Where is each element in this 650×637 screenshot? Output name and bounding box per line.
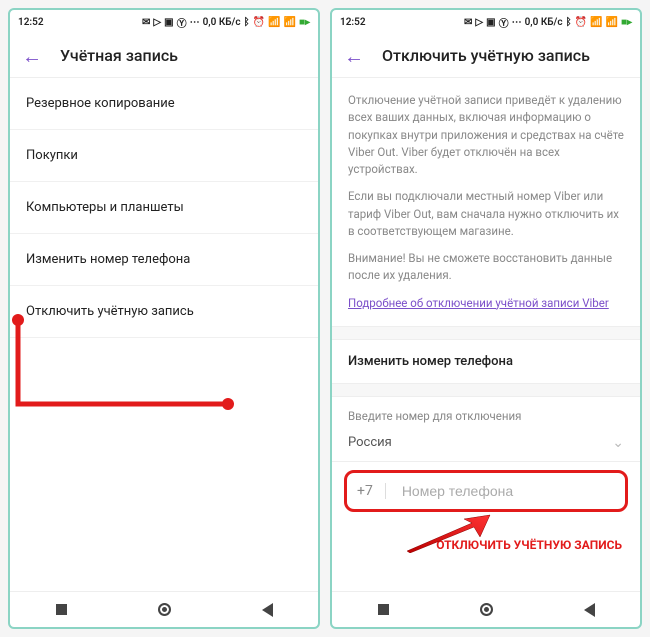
- phone-number-input[interactable]: [402, 483, 615, 499]
- learn-more-link[interactable]: Подробнее об отключении учётной записи V…: [348, 296, 609, 310]
- wifi-icon: 📶: [605, 17, 617, 28]
- bluetooth-icon: ᛒ: [566, 17, 572, 28]
- bluetooth-icon: ᛒ: [244, 17, 250, 28]
- net-speed: 0,0 КБ/с: [203, 17, 241, 28]
- status-icons: ✉ ▷ ▣ Ⓨ ⋯ 0,0 КБ/с ᛒ ⏰ 📶 📶 ■▸: [142, 15, 310, 30]
- phone-prefix: +7: [357, 483, 386, 499]
- phone-field-label: Введите номер для отключения: [332, 397, 640, 429]
- battery-icon: ■▸: [299, 17, 310, 28]
- menu-item-backup[interactable]: Резервное копирование: [10, 78, 318, 130]
- status-icons: ✉ ▷ ▣ Ⓨ ⋯ 0,0 КБ/с ᛒ ⏰ 📶 📶 ■▸: [464, 15, 632, 30]
- status-bar: 12:52 ✉ ▷ ▣ Ⓨ ⋯ 0,0 КБ/с ᛒ ⏰ 📶 📶 ■▸: [10, 10, 318, 34]
- nav-back-icon[interactable]: [584, 603, 595, 617]
- battery-icon: ■▸: [621, 17, 632, 28]
- change-number-section[interactable]: Изменить номер телефона: [332, 340, 640, 383]
- page-title: Отключить учётную запись: [382, 46, 590, 65]
- description-block: Отключение учётной записи приведёт к уда…: [332, 78, 640, 326]
- signal-icon: 📶: [590, 17, 602, 28]
- menu-list: Резервное копирование Покупки Компьютеры…: [10, 78, 318, 591]
- youtube-icon: ▣: [164, 17, 173, 28]
- nav-back-icon[interactable]: [262, 603, 273, 617]
- chevron-down-icon: ⌄: [612, 435, 624, 451]
- menu-item-purchases[interactable]: Покупки: [10, 130, 318, 182]
- section-divider: [332, 383, 640, 397]
- play-icon: ▷: [475, 17, 483, 28]
- deactivate-button[interactable]: ОТКЛЮЧИТЬ УЧЁТНУЮ ЗАПИСЬ: [332, 520, 640, 560]
- yandex-icon: Ⓨ: [499, 15, 509, 30]
- nav-recent-icon[interactable]: [56, 604, 67, 615]
- nav-home-icon[interactable]: [480, 603, 493, 616]
- desc-paragraph-2: Если вы подключали местный номер Viber и…: [348, 188, 624, 240]
- desc-paragraph-1: Отключение учётной записи приведёт к уда…: [348, 92, 624, 178]
- nav-recent-icon[interactable]: [378, 604, 389, 615]
- msg-icon: ✉: [142, 17, 150, 28]
- alarm-icon: ⏰: [575, 17, 587, 28]
- section-divider: [332, 326, 640, 340]
- wifi-icon: 📶: [283, 17, 295, 28]
- country-selector[interactable]: Россия ⌄: [332, 429, 640, 462]
- youtube-icon: ▣: [486, 17, 495, 28]
- back-arrow-icon[interactable]: ←: [22, 46, 42, 66]
- msg-icon: ✉: [464, 17, 472, 28]
- menu-item-deactivate[interactable]: Отключить учётную запись: [10, 286, 318, 338]
- net-speed: 0,0 КБ/с: [525, 17, 563, 28]
- play-icon: ▷: [153, 17, 161, 28]
- title-bar-left: ← Учётная запись: [10, 34, 318, 78]
- back-arrow-icon[interactable]: ←: [344, 46, 364, 66]
- signal-icon: 📶: [268, 17, 280, 28]
- android-navbar: [332, 591, 640, 627]
- android-navbar: [10, 591, 318, 627]
- dots-icon: ⋯: [512, 17, 522, 28]
- yandex-icon: Ⓨ: [177, 15, 187, 30]
- page-title: Учётная запись: [60, 46, 178, 65]
- alarm-icon: ⏰: [253, 17, 265, 28]
- nav-home-icon[interactable]: [158, 603, 171, 616]
- dots-icon: ⋯: [190, 17, 200, 28]
- status-time: 12:52: [340, 17, 366, 28]
- screenshot-right: 12:52 ✉ ▷ ▣ Ⓨ ⋯ 0,0 КБ/с ᛒ ⏰ 📶 📶 ■▸ ← От…: [330, 8, 642, 629]
- menu-item-change-number[interactable]: Изменить номер телефона: [10, 234, 318, 286]
- status-bar: 12:52 ✉ ▷ ▣ Ⓨ ⋯ 0,0 КБ/с ᛒ ⏰ 📶 📶 ■▸: [332, 10, 640, 34]
- title-bar-right: ← Отключить учётную запись: [332, 34, 640, 78]
- menu-item-computers[interactable]: Компьютеры и планшеты: [10, 182, 318, 234]
- phone-input-row: +7: [344, 470, 628, 512]
- deactivate-content: Отключение учётной записи приведёт к уда…: [332, 78, 640, 591]
- country-value: Россия: [348, 435, 392, 450]
- screenshot-left: 12:52 ✉ ▷ ▣ Ⓨ ⋯ 0,0 КБ/с ᛒ ⏰ 📶 📶 ■▸ ← Уч…: [8, 8, 320, 629]
- status-time: 12:52: [18, 17, 44, 28]
- desc-paragraph-3: Внимание! Вы не сможете восстановить дан…: [348, 250, 624, 285]
